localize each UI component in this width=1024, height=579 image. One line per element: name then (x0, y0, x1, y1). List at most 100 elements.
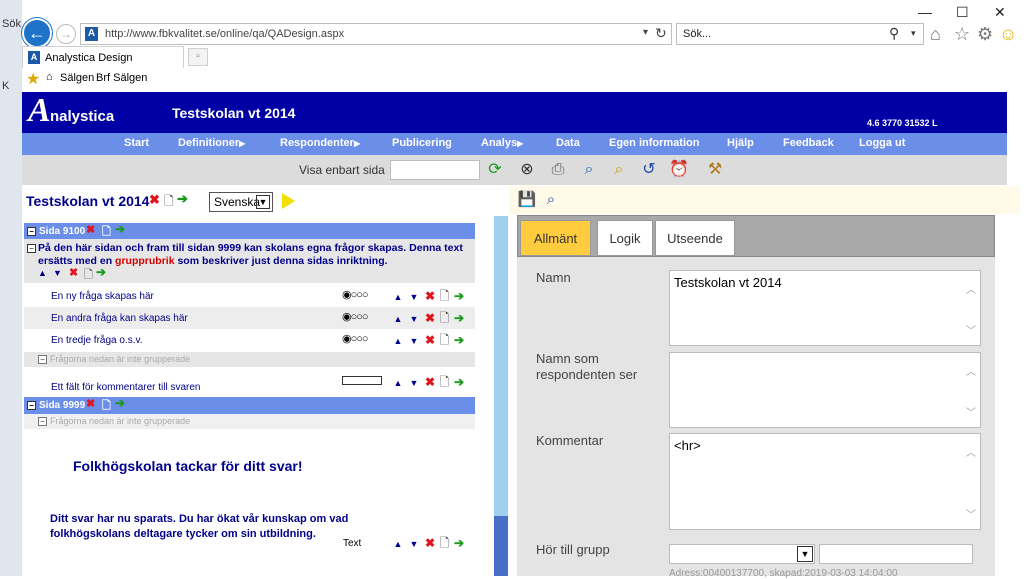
browser-search-box[interactable]: Sök... ⚲ ▾ (676, 23, 924, 45)
delete-icon[interactable]: ✖ (86, 223, 95, 236)
delete-icon[interactable]: ✖ (422, 311, 438, 325)
question-text[interactable]: En ny fråga skapas här (51, 291, 154, 302)
chevron-down-icon[interactable]: ▼ (256, 195, 270, 209)
minimize-icon[interactable]: — (918, 4, 932, 20)
fav-link[interactable]: Sälgen (60, 72, 94, 84)
collapse-icon[interactable]: − (27, 401, 36, 410)
tab-utseende[interactable]: Utseende (655, 220, 735, 256)
move-arrow-icon[interactable]: ➔ (115, 396, 125, 410)
question-row[interactable]: Ett fält för kommentarer till svaren ▲ ▼ ✖… (24, 370, 475, 396)
menu-item-respondenter[interactable]: Respondenter▶ (280, 137, 360, 149)
left-scrollbar[interactable] (494, 216, 508, 576)
question-row[interactable]: En tredje fråga o.s.v. ◉○○○ ▲ ▼ ✖ 🗋 ➔ (24, 329, 475, 351)
move-arrow-icon[interactable]: ➔ (451, 536, 467, 550)
search-dropdown-icon[interactable]: ▾ (911, 28, 916, 39)
address-dropdown-icon[interactable]: ▾ (643, 27, 648, 38)
move-arrow-icon[interactable]: ➔ (96, 265, 106, 279)
browser-tab[interactable]: A Analystica Design (22, 46, 184, 68)
move-up-icon[interactable]: ▲ (390, 314, 406, 324)
new-tab-button[interactable]: ▫ (188, 48, 208, 66)
delete-icon[interactable]: ✖ (149, 192, 160, 208)
collapse-icon[interactable]: − (38, 355, 47, 364)
zoom-highlight-icon[interactable]: ⌕ (608, 159, 630, 181)
menu-item-feedback[interactable]: Feedback (783, 137, 834, 149)
move-arrow-icon[interactable]: ➔ (451, 333, 467, 347)
document-icon[interactable]: 🗋 (438, 534, 451, 555)
move-arrow-icon[interactable]: ➔ (115, 222, 125, 236)
document-icon[interactable]: 🗋 (164, 192, 174, 213)
question-row[interactable]: En ny fråga skapas här ◉○○○ ▲ ▼ ✖ 🗋 ➔ (24, 285, 475, 307)
home-icon[interactable]: ⌂ (930, 24, 941, 45)
menu-item-egen-information[interactable]: Egen information (609, 137, 699, 149)
tab-logik[interactable]: Logik (597, 220, 653, 256)
move-up-icon[interactable]: ▲ (390, 292, 406, 302)
delete-icon[interactable]: ✖ (422, 375, 438, 389)
printer-icon[interactable]: ⎙ (547, 159, 569, 181)
show-page-input[interactable] (390, 160, 480, 180)
move-down-icon[interactable]: ▼ (406, 378, 422, 388)
menu-item-data[interactable]: Data (556, 137, 580, 149)
delete-icon[interactable]: ✖ (422, 333, 438, 347)
favorites-add-icon[interactable]: ★ (26, 69, 40, 89)
document-icon[interactable]: 🗋 (438, 373, 451, 394)
play-icon[interactable] (282, 193, 295, 209)
undo-icon[interactable]: ↺ (638, 159, 660, 181)
scrollbar-track[interactable] (494, 216, 508, 516)
analystica-logo[interactable]: A nalystica (28, 92, 128, 130)
scroll-up-icon[interactable]: ︿ (966, 363, 976, 378)
move-up-icon[interactable]: ▲ (390, 378, 406, 388)
binoculars-icon[interactable]: ⊗ (516, 159, 538, 181)
move-down-icon[interactable]: ▼ (53, 268, 62, 278)
fav-link[interactable]: Brf Sälgen (96, 72, 147, 84)
name-field[interactable]: Testskolan vt 2014 ︿ ﹀ (669, 270, 981, 346)
address-bar[interactable]: A http://www.fbkvalitet.se/online/qa/QAD… (80, 23, 672, 45)
move-down-icon[interactable]: ▼ (406, 336, 422, 346)
save-icon[interactable]: 💾 (517, 190, 537, 210)
maximize-icon[interactable]: ☐ (956, 4, 969, 21)
delete-icon[interactable]: ✖ (69, 266, 78, 279)
chevron-down-icon[interactable]: ▼ (797, 546, 813, 562)
question-text[interactable]: Ett fält för kommentarer till svaren (51, 382, 201, 393)
comment-field[interactable]: <hr> ︿ ﹀ (669, 433, 981, 530)
collapse-icon[interactable]: − (27, 227, 36, 236)
move-down-icon[interactable]: ▼ (406, 539, 422, 549)
move-up-icon[interactable]: ▲ (38, 268, 47, 278)
zoom-page-icon[interactable]: ⌕ (578, 159, 600, 181)
collapse-icon[interactable]: − (38, 417, 47, 426)
menu-item-definitioner[interactable]: Definitioner▶ (178, 137, 245, 149)
scroll-down-icon[interactable]: ﹀ (966, 506, 976, 521)
sync-icon[interactable]: ⟳ (484, 159, 506, 181)
alarm-clock-icon[interactable]: ⏰ (668, 159, 690, 181)
move-arrow-icon[interactable]: ➔ (177, 191, 188, 207)
move-arrow-icon[interactable]: ➔ (451, 289, 467, 303)
move-up-icon[interactable]: ▲ (390, 539, 406, 549)
tab-allmant[interactable]: Allmänt (520, 220, 591, 256)
respondent-name-field[interactable]: ︿ ﹀ (669, 352, 981, 428)
thanks-heading[interactable]: Folkhögskolan tackar för ditt svar! (73, 458, 303, 474)
delete-icon[interactable]: ✖ (422, 536, 438, 550)
delete-icon[interactable]: ✖ (86, 397, 95, 410)
move-arrow-icon[interactable]: ➔ (451, 375, 467, 389)
menu-item-start[interactable]: Start (124, 137, 149, 149)
move-down-icon[interactable]: ▼ (406, 292, 422, 302)
document-icon[interactable]: 🗋 (438, 331, 451, 352)
scroll-up-icon[interactable]: ︿ (966, 281, 976, 296)
preview-icon[interactable]: ⌕ (541, 190, 561, 210)
menu-item-analys[interactable]: Analys▶ (481, 137, 523, 149)
question-row[interactable]: En andra fråga kan skapas här ◉○○○ ▲ ▼ ✖ 🗋 ➔ (24, 307, 475, 329)
back-button[interactable]: ← (22, 18, 52, 48)
search-icon[interactable]: ⚲ (889, 25, 899, 42)
group-input[interactable] (819, 544, 973, 564)
collapse-icon[interactable]: − (27, 244, 36, 253)
scroll-down-icon[interactable]: ﹀ (966, 322, 976, 337)
menu-item-logga-ut[interactable]: Logga ut (859, 137, 905, 149)
scroll-up-icon[interactable]: ︿ (966, 444, 976, 459)
settings-gear-icon[interactable]: ⚙ (977, 24, 993, 45)
document-icon[interactable]: 🗋 (438, 309, 451, 330)
favorites-star-icon[interactable]: ☆ (954, 24, 970, 45)
move-up-icon[interactable]: ▲ (390, 336, 406, 346)
language-select[interactable]: Svenska ▼ (209, 192, 273, 212)
smiley-feedback-icon[interactable]: ☺ (999, 24, 1017, 45)
document-icon[interactable]: 🗋 (438, 287, 451, 308)
question-text[interactable]: En andra fråga kan skapas här (51, 313, 188, 324)
